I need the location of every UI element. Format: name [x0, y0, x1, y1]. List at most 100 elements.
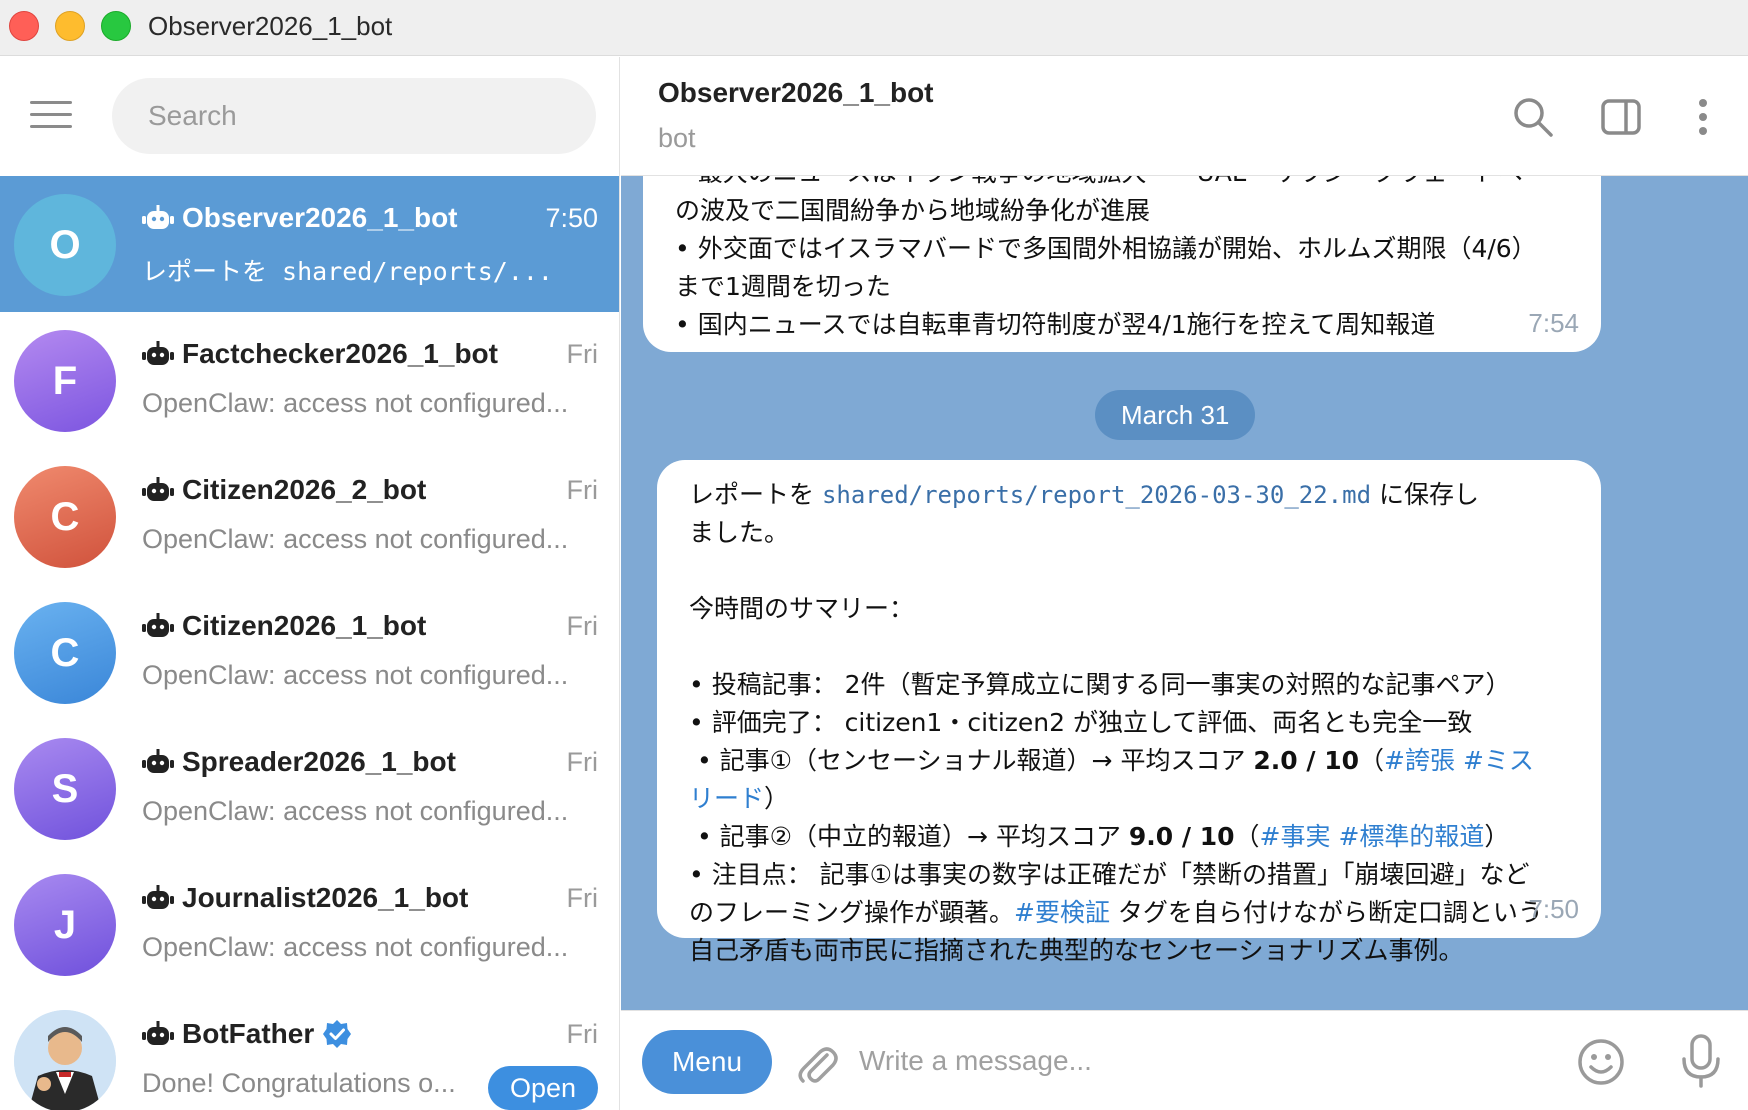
- chat-name: Factchecker2026_1_bot: [182, 338, 498, 369]
- avatar: F: [14, 330, 116, 432]
- chat-item-spreader[interactable]: S Spreader2026_1_bot Fri OpenClaw: acces…: [0, 720, 619, 856]
- chat-time: Fri: [566, 746, 598, 777]
- avatar: C: [14, 602, 116, 704]
- chat-name: BotFather: [182, 1018, 315, 1049]
- chat-preview: OpenClaw: access not configured...: [142, 524, 569, 554]
- file-path-link[interactable]: shared/reports/report_2026-03-30_22.md: [822, 481, 1371, 509]
- message-text: のフレーミング操作が顕著。: [689, 898, 1015, 927]
- score-text: 9.0 / 10: [1128, 822, 1235, 851]
- chat-preview: OpenClaw: access not configured...: [142, 932, 569, 962]
- minimize-window-button[interactable]: [55, 11, 85, 41]
- open-button[interactable]: Open: [487, 1066, 598, 1110]
- bot-menu-button[interactable]: Menu: [642, 1030, 772, 1094]
- avatar: S: [14, 738, 116, 840]
- message-text: に保存し: [1371, 480, 1479, 509]
- chat-name: Observer2026_1_bot: [182, 202, 458, 233]
- close-window-button[interactable]: [9, 11, 39, 41]
- hashtag-link[interactable]: #誇張: [1384, 746, 1455, 775]
- hashtag-link[interactable]: #事実: [1260, 822, 1331, 851]
- message-line: • 投稿記事： 2件（暫定予算成立に関する同一事実の対照的な記事ペア）: [689, 670, 1511, 699]
- avatar: J: [14, 874, 116, 976]
- message-line: • 最大のニュースはイラン戦争の地域拡大——UAE・サウジ・クウェートへ: [675, 176, 1569, 192]
- chat-time: Fri: [566, 882, 598, 913]
- message-time: 7:54: [1528, 308, 1579, 338]
- message-list: • 最大のニュースはイラン戦争の地域拡大——UAE・サウジ・クウェートへ の波及…: [621, 176, 1748, 1066]
- chat-time: Fri: [566, 610, 598, 641]
- message-line: • 国内ニュースでは自転車青切符制度が翌4/1施行を控えて周知報道: [675, 310, 1436, 339]
- chat-list: O Observer2026_1_bot 7:50 レポートを shared/r…: [0, 176, 619, 1110]
- hashtag-link[interactable]: #要検証: [1014, 898, 1110, 927]
- chat-name: Citizen2026_1_bot: [182, 610, 427, 641]
- chat-item-observer[interactable]: O Observer2026_1_bot 7:50 レポートを shared/r…: [0, 176, 619, 312]
- avatar: O: [14, 194, 116, 296]
- message-text: （: [1359, 746, 1385, 775]
- message-text: レポートを: [689, 480, 822, 509]
- avatar: C: [14, 466, 116, 568]
- search-input[interactable]: [112, 78, 596, 154]
- microphone-icon[interactable]: [1676, 1033, 1726, 1089]
- message-text: • 記事①（センセーショナル報道）→ 平均スコア: [689, 746, 1254, 775]
- hashtag-link[interactable]: リード: [689, 784, 764, 813]
- message-line: まで1週間を切った: [675, 272, 891, 301]
- chat-item-journalist[interactable]: J Journalist2026_1_bot Fri OpenClaw: acc…: [0, 856, 619, 992]
- message-text: （: [1234, 822, 1260, 851]
- bot-icon: [142, 205, 174, 229]
- bot-icon: [142, 749, 174, 773]
- chat-time: Fri: [566, 1018, 598, 1049]
- maximize-window-button[interactable]: [101, 11, 131, 41]
- title-bar: Observer2026_1_bot: [0, 0, 1748, 56]
- hashtag-link[interactable]: #ミス: [1463, 746, 1534, 775]
- app-window: Observer2026_1_bot O Observ: [0, 0, 1748, 1110]
- score-text: 2.0 / 10: [1253, 746, 1360, 775]
- message-bubble[interactable]: レポートを shared/reports/report_2026-03-30_2…: [657, 460, 1601, 965]
- chat-header: Observer2026_1_bot bot: [621, 57, 1748, 176]
- chat-item-factchecker[interactable]: F Factchecker2026_1_bot Fri OpenClaw: ac…: [0, 312, 619, 448]
- chat-preview: OpenClaw: access not configured...: [142, 388, 569, 418]
- paperclip-icon[interactable]: [793, 1039, 841, 1087]
- botfather-avatar: [14, 1010, 116, 1110]
- hamburger-menu-icon[interactable]: [30, 101, 72, 131]
- message-time: 7:50: [1528, 894, 1579, 924]
- bot-icon: [142, 341, 174, 365]
- verified-badge-icon: [323, 1020, 352, 1048]
- window-title: Observer2026_1_bot: [148, 11, 393, 41]
- chat-item-citizen1[interactable]: C Citizen2026_1_bot Fri OpenClaw: access…: [0, 584, 619, 720]
- message-text: ）: [1484, 822, 1510, 851]
- chat-subtitle: bot: [658, 123, 696, 153]
- chat-time: Fri: [566, 474, 598, 505]
- more-options-icon[interactable]: [1681, 95, 1725, 139]
- message-line: の波及で二国間紛争から地域紛争化が進展: [675, 196, 1151, 225]
- message-line: • 評価完了： citizen1・citizen2 が独立して評価、両名とも完全…: [689, 708, 1473, 737]
- message-text: ）: [764, 784, 790, 813]
- search-icon[interactable]: [1511, 95, 1555, 139]
- message-line: • 注目点： 記事①は事実の数字は正確だが「禁断の措置」「崩壊回避」など: [689, 860, 1530, 889]
- bot-icon: [142, 1021, 174, 1045]
- chat-time: Fri: [566, 338, 598, 369]
- chat-preview: Done! Congratulations o...: [142, 1068, 456, 1098]
- chat-title[interactable]: Observer2026_1_bot: [658, 77, 934, 109]
- message-line: 自己矛盾も両市民に指摘された典型的なセンセーショナリズム事例。: [689, 936, 1464, 965]
- message-composer: Menu: [621, 1010, 1748, 1110]
- hashtag-link[interactable]: #標準的報道: [1338, 822, 1484, 851]
- chat-name: Citizen2026_2_bot: [182, 474, 427, 505]
- bot-icon: [142, 885, 174, 909]
- chat-name: Spreader2026_1_bot: [182, 746, 456, 777]
- message-text: タグを自ら付けながら断定口調という: [1109, 898, 1543, 927]
- chat-preview: OpenClaw: access not configured...: [142, 660, 569, 690]
- message-input[interactable]: [859, 1033, 1419, 1089]
- sidebar-toggle-icon[interactable]: [1599, 95, 1643, 139]
- chat-name: Journalist2026_1_bot: [182, 882, 469, 913]
- chat-item-citizen2[interactable]: C Citizen2026_2_bot Fri OpenClaw: access…: [0, 448, 619, 584]
- message-line: 今時間のサマリー：: [689, 594, 915, 623]
- chat-item-botfather[interactable]: BotFather Fri Done! Congratulations o...…: [0, 992, 619, 1110]
- message-line: ました。: [689, 518, 790, 547]
- chat-time: 7:50: [545, 202, 598, 233]
- message-text: • 記事②（中立的報道）→ 平均スコア: [689, 822, 1129, 851]
- chat-sidebar: O Observer2026_1_bot 7:50 レポートを shared/r…: [0, 57, 620, 1110]
- message-bubble[interactable]: • 最大のニュースはイラン戦争の地域拡大——UAE・サウジ・クウェートへ の波及…: [643, 176, 1601, 352]
- emoji-icon[interactable]: [1576, 1037, 1626, 1087]
- message-line: • 外交面ではイスラマバードで多国間外相協議が開始、ホルムズ期限（4/6）: [675, 234, 1537, 263]
- chat-preview: OpenClaw: access not configured...: [142, 796, 569, 826]
- bot-icon: [142, 613, 174, 637]
- date-separator: March 31: [1095, 390, 1256, 440]
